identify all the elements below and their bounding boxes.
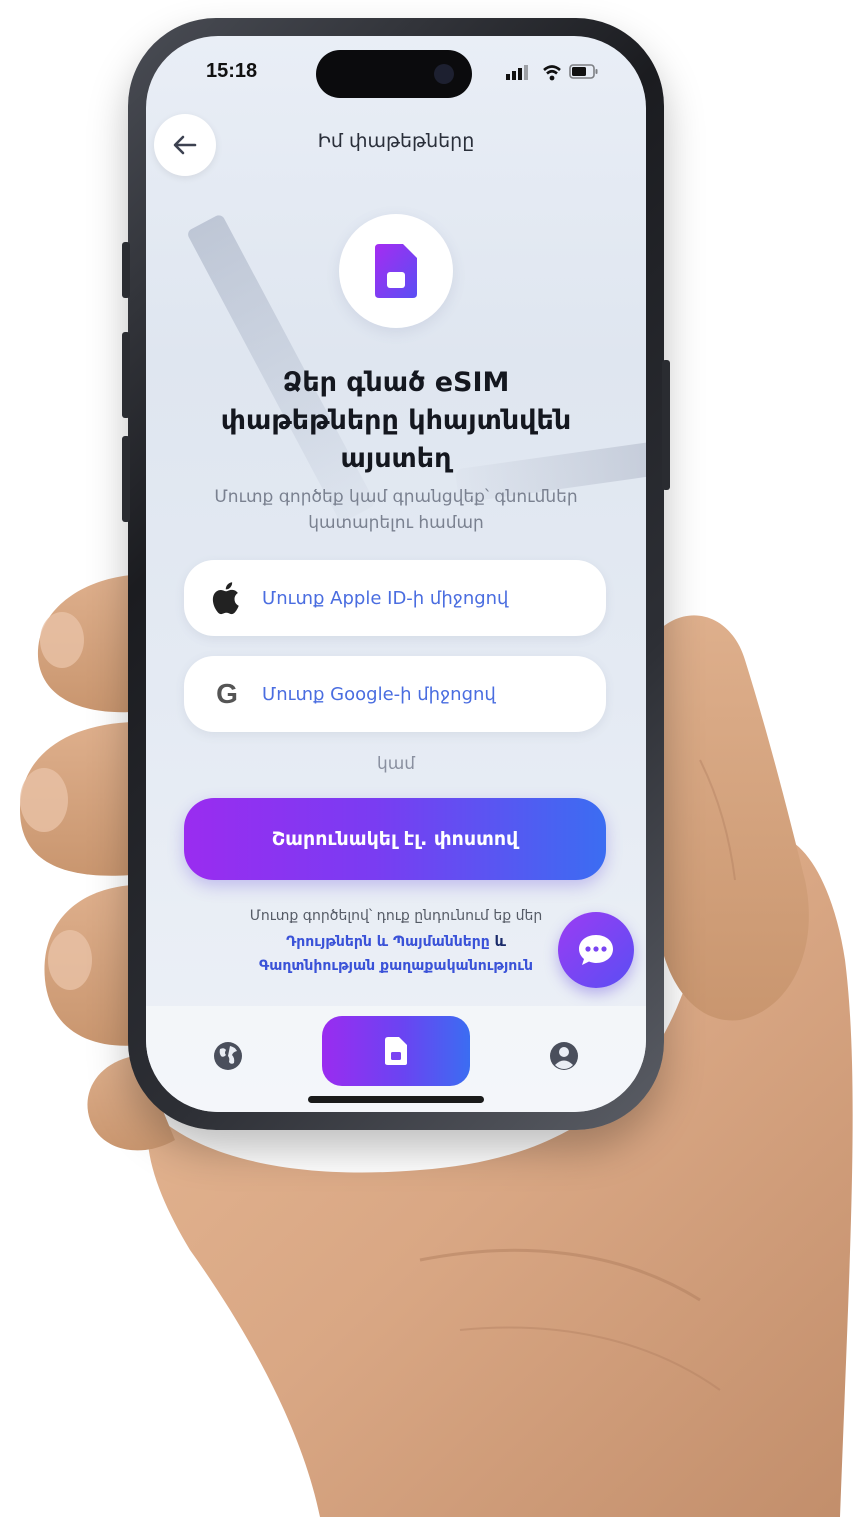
dynamic-island (316, 50, 472, 98)
page-title: Իմ փաթեթները (317, 130, 475, 152)
sim-card-icon (385, 1037, 407, 1065)
profile-icon (550, 1042, 578, 1070)
wifi-icon (543, 65, 561, 81)
signal-icon (506, 65, 528, 80)
action-button (122, 242, 130, 298)
sim-card-icon (375, 244, 417, 298)
subheadline-line-1: Մուտք գործեք կամ գրանցվեք՝ գնումներ (214, 487, 578, 507)
apple-sign-in-button[interactable]: Մուտք Apple ID-ի միջոցով (184, 560, 606, 636)
bottom-tab-bar (146, 1006, 646, 1112)
apple-sign-in-label: Մուտք Apple ID-ի միջոցով (262, 587, 509, 609)
terms-and-conditions-link[interactable]: Դրույթներն և Պայմանները (286, 934, 490, 950)
privacy-policy-link[interactable]: Գաղտնիության քաղաքականություն (186, 958, 606, 974)
volume-down-button (122, 436, 130, 522)
headline: Ձեր գնած eSIM փաթեթները կհայտնվեն այստեղ (176, 364, 616, 478)
power-button (662, 360, 670, 490)
terms-and-text: և (494, 934, 506, 950)
arrow-left-icon (173, 135, 197, 155)
or-divider: կամ (376, 754, 416, 774)
home-indicator (308, 1096, 484, 1103)
headline-line-2: փաթեթները կհայտնվեն (220, 405, 572, 436)
google-sign-in-button[interactable]: G Մուտք Google-ի միջոցով (184, 656, 606, 732)
google-sign-in-label: Մուտք Google-ի միջոցով (262, 683, 496, 705)
volume-up-button (122, 332, 130, 418)
tab-my-packages[interactable] (322, 1016, 470, 1086)
chat-button[interactable] (558, 912, 634, 988)
continue-with-email-button[interactable]: Շարունակել էլ. փոստով (184, 798, 606, 880)
back-button[interactable] (154, 114, 216, 176)
status-bar: 15:18 (146, 36, 646, 106)
sim-card-badge (339, 214, 453, 328)
chat-bubble-icon (579, 935, 613, 965)
phone-screen: 15:18 Իմ փաթեթները Ձեր գնած eSIM փաթեթնե… (146, 36, 646, 1112)
headline-line-1: Ձեր գնած eSIM (282, 367, 510, 398)
battery-icon (569, 64, 598, 79)
status-time: 15:18 (206, 60, 258, 82)
status-icons (506, 64, 598, 81)
terms-line-1: Դրույթներն և Պայմանները և (186, 934, 606, 950)
globe-icon (214, 1042, 242, 1070)
tab-profile[interactable] (544, 1036, 584, 1076)
terms-prefix: Մուտք գործելով՝ դուք ընդունում եք մեր (249, 908, 543, 924)
subheadline: Մուտք գործեք կամ գրանցվեք՝ գնումներ կատա… (176, 484, 616, 536)
tab-explore[interactable] (208, 1036, 248, 1076)
front-camera (434, 64, 454, 84)
headline-line-3: այստեղ (340, 443, 452, 474)
apple-icon (206, 577, 248, 619)
google-icon: G (216, 678, 238, 709)
subheadline-line-2: կատարելու համար (308, 513, 484, 533)
